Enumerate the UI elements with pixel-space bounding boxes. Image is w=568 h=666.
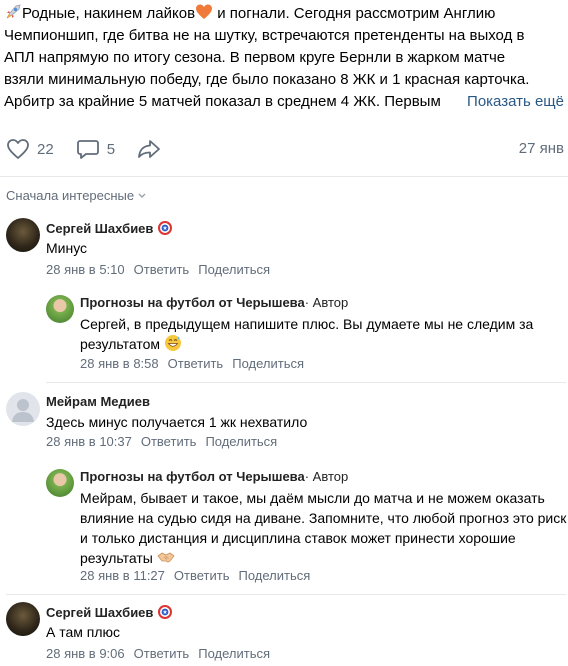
comment-author[interactable]: Мейрам Медиев bbox=[46, 394, 150, 409]
comment-date[interactable]: 28 янв в 5:10 bbox=[46, 262, 125, 277]
divider bbox=[0, 176, 568, 177]
comment-date[interactable]: 28 янв в 9:06 bbox=[46, 646, 125, 661]
reply-link[interactable]: Ответить bbox=[168, 356, 224, 371]
rocket-emoji-icon bbox=[4, 3, 22, 21]
comment-text: Минус bbox=[46, 240, 88, 256]
chevron-down-icon bbox=[134, 188, 147, 203]
reply-link[interactable]: Ответить bbox=[134, 646, 190, 661]
avatar[interactable] bbox=[6, 602, 40, 636]
like-button[interactable]: 22 bbox=[6, 138, 54, 160]
share-link[interactable]: Поделиться bbox=[205, 434, 277, 449]
comment-button[interactable]: 5 bbox=[76, 138, 115, 160]
comment-text: Здесь минус получается 1 жк нехватило bbox=[46, 414, 308, 430]
share-button[interactable] bbox=[137, 138, 161, 160]
avatar[interactable] bbox=[46, 469, 74, 497]
comment-date[interactable]: 28 янв в 11:27 bbox=[80, 568, 165, 583]
reply-link[interactable]: Ответить bbox=[174, 568, 230, 583]
comment: Сергей Шахбиев А там плюс 28 янв в 9:06 О… bbox=[6, 602, 566, 666]
reply-link[interactable]: Ответить bbox=[134, 262, 190, 277]
post-line-4: взяли минимальную победу, где было показ… bbox=[4, 71, 530, 88]
comment-divider bbox=[46, 382, 566, 383]
comment-date[interactable]: 28 янв в 8:58 bbox=[80, 356, 159, 371]
comment-reply: Прогнозы на футбол от Черышева · Автор С… bbox=[46, 294, 566, 374]
comment-text: Сергей, в предыдущем напишите плюс. Вы д… bbox=[80, 316, 534, 352]
author-badge: · Автор bbox=[304, 295, 349, 310]
share-link[interactable]: Поделиться bbox=[238, 568, 310, 583]
comment-author[interactable]: Прогнозы на футбол от Черышева bbox=[80, 469, 305, 484]
comment-date[interactable]: 28 янв в 10:37 bbox=[46, 434, 132, 449]
orange-heart-emoji-icon bbox=[195, 3, 213, 21]
grin-sweat-emoji-icon bbox=[164, 334, 182, 352]
comment-icon bbox=[76, 138, 100, 160]
show-more-link[interactable]: Показать ещё bbox=[443, 91, 564, 113]
comment: Сергей Шахбиев Минус 28 янв в 5:10 Ответи… bbox=[6, 218, 566, 278]
comment-divider bbox=[6, 594, 566, 595]
post-line-5: Арбитр за крайние 5 матчей показал в сре… bbox=[4, 93, 441, 110]
sort-dropdown[interactable]: Сначала интересные bbox=[6, 188, 147, 203]
avatar[interactable] bbox=[6, 392, 40, 426]
post-line-1a: Родные, накинем лайков bbox=[22, 5, 196, 22]
post-line-1b: и погнали. Сегодня рассмотрим Англию bbox=[213, 5, 496, 22]
handshake-emoji-icon bbox=[157, 548, 175, 566]
shield-emoji-icon bbox=[157, 220, 173, 236]
share-link[interactable]: Поделиться bbox=[198, 646, 270, 661]
comment: Мейрам Медиев Здесь минус получается 1 ж… bbox=[6, 392, 566, 452]
avatar[interactable] bbox=[46, 295, 74, 323]
post-text: Родные, накинем лайков и погнали. Сегодн… bbox=[4, 3, 566, 113]
comment-text: Мейрам, бывает и такое, мы даём мысли до… bbox=[80, 490, 567, 566]
post-line-3: АПЛ напрямую по итогу сезона. В первом к… bbox=[4, 49, 506, 66]
comment-author[interactable]: Сергей Шахбиев bbox=[46, 605, 153, 620]
comment-text: А там плюс bbox=[46, 624, 121, 640]
reply-link[interactable]: Ответить bbox=[141, 434, 197, 449]
comment-author[interactable]: Сергей Шахбиев bbox=[46, 221, 153, 236]
shield-emoji-icon bbox=[157, 604, 173, 620]
avatar[interactable] bbox=[6, 218, 40, 252]
author-badge: · Автор bbox=[304, 469, 349, 484]
share-link[interactable]: Поделиться bbox=[232, 356, 304, 371]
share-link[interactable]: Поделиться bbox=[198, 262, 270, 277]
comment-reply: Прогнозы на футбол от Черышева · Автор М… bbox=[46, 468, 566, 588]
like-count: 22 bbox=[37, 140, 54, 158]
sort-label: Сначала интересные bbox=[6, 188, 135, 203]
comment-count: 5 bbox=[106, 140, 116, 158]
heart-icon bbox=[6, 138, 30, 160]
post-date: 27 янв bbox=[518, 140, 564, 157]
post-actions: 22 5 27 янв bbox=[6, 136, 566, 162]
comment-author[interactable]: Прогнозы на футбол от Черышева bbox=[80, 295, 305, 310]
share-icon bbox=[137, 138, 161, 160]
post-line-2: Чемпионшип, где битва не на шутку, встре… bbox=[4, 27, 525, 44]
